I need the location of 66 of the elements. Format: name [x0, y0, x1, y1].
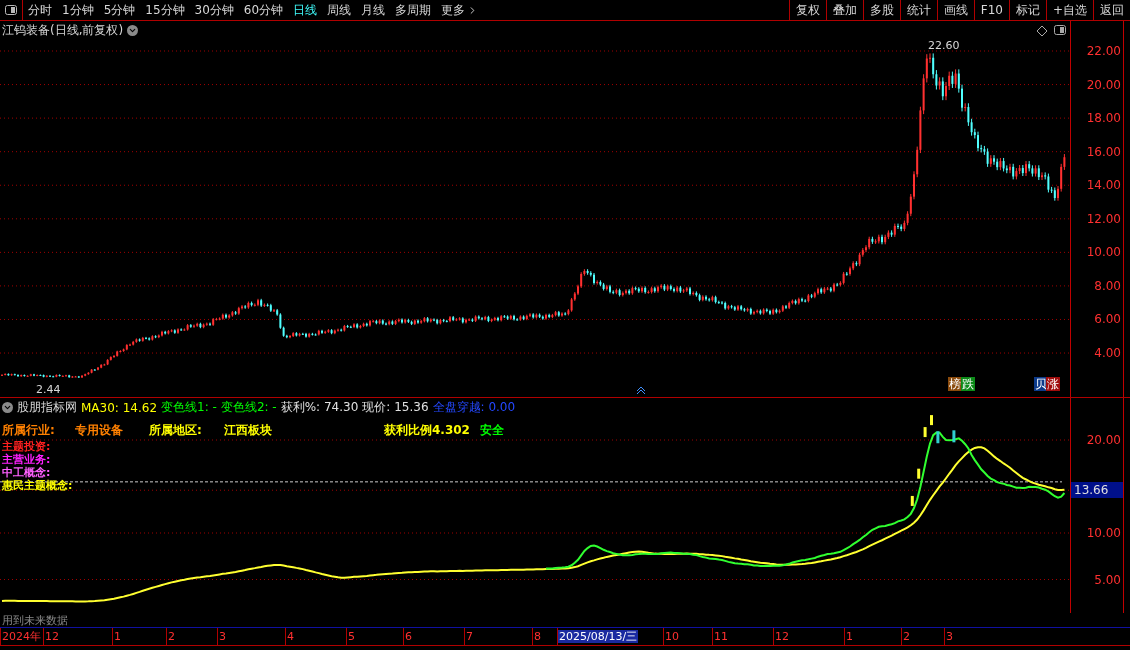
indicator-value: 全盘穿越: 0.00 [432, 399, 516, 416]
date-label: 3 [218, 630, 227, 643]
period-tab[interactable]: 日线 [288, 0, 323, 20]
period-tab[interactable]: 月线 [356, 0, 391, 20]
axis-label: 10.00 [1086, 245, 1121, 260]
info-text: 获利比例4.302 [384, 423, 470, 437]
info-text: 安全 [480, 423, 504, 437]
axis-label: 14.00 [1086, 178, 1121, 193]
axis-label: 4.00 [1094, 346, 1121, 361]
date-label: 4 [286, 630, 295, 643]
axis-label: 8.00 [1094, 278, 1121, 293]
signal-badge: 榜 [948, 377, 962, 391]
period-tab[interactable]: 15分钟 [140, 0, 190, 20]
indicator-value: 变色线2: - [220, 399, 277, 416]
info-text: 中工概念: [2, 466, 51, 479]
info-text: 主营业务: [2, 453, 51, 466]
indicator-value: 获利%: 74.30 [280, 399, 359, 416]
axis-label: 18.00 [1086, 111, 1121, 126]
period-tab[interactable]: 分时 [23, 0, 57, 20]
period-tab[interactable]: 30分钟 [189, 0, 239, 20]
info-text: 所属地区: [149, 423, 202, 437]
date-label: 5 [347, 630, 356, 643]
indicator-value: 现价: 15.36 [362, 399, 429, 416]
signal-badge: 跌 [961, 377, 975, 391]
period-tab[interactable]: 多周期 [390, 0, 437, 20]
date-label: 8 [533, 630, 542, 643]
period-tab[interactable]: 周线 [322, 0, 357, 20]
indicator-value: 变色线1: - [161, 399, 217, 416]
current-price-label: 13.66 [1071, 482, 1123, 499]
info-text: 惠民主题概念: [2, 479, 73, 492]
axis-label: 12.00 [1086, 211, 1121, 226]
date-label: 12 [774, 630, 790, 643]
date-label: 12 [44, 630, 60, 643]
info-text: 江西板块 [224, 423, 272, 437]
chart-title: 江钨装备(日线,前复权) [2, 22, 124, 39]
info-text: 所属行业: [2, 423, 55, 437]
high-price-label: 22.60 [928, 39, 960, 52]
date-label: 2024年 [1, 630, 42, 643]
date-label: 10 [664, 630, 680, 643]
axis-label: 20.00 [1086, 77, 1121, 92]
axis-label: 10.00 [1086, 526, 1121, 540]
date-label: 3 [945, 630, 954, 643]
signal-badge: 涨 [1046, 377, 1060, 391]
period-tab[interactable]: 60分钟 [238, 0, 289, 20]
date-label: 11 [713, 630, 729, 643]
axis-label: 16.00 [1086, 144, 1121, 159]
date-label: 2025/08/13/三 [558, 630, 639, 643]
date-label: 2 [902, 630, 911, 643]
axis-label: 22.00 [1086, 44, 1121, 58]
date-label: 2 [167, 630, 176, 643]
axis-label: 6.00 [1094, 312, 1121, 327]
period-tab[interactable]: 1分钟 [57, 0, 99, 20]
date-label: 1 [845, 630, 854, 643]
date-label: 7 [465, 630, 474, 643]
date-label: 6 [404, 630, 413, 643]
date-label: 1 [113, 630, 122, 643]
info-text: 专用设备 [75, 423, 123, 437]
info-text: 主题投资: [2, 440, 51, 453]
axis-label: 20.00 [1086, 433, 1121, 447]
period-tab[interactable]: 5分钟 [98, 0, 141, 20]
indicator-value: MA30: 14.62 [81, 400, 158, 415]
axis-label: 5.00 [1094, 572, 1121, 587]
low-price-label: 2.44 [36, 383, 61, 396]
footer-note: 用到未来数据 [1, 612, 68, 628]
period-tab[interactable]: 更多 [436, 0, 484, 20]
indicator-name: 股朋指标网 [17, 399, 77, 416]
